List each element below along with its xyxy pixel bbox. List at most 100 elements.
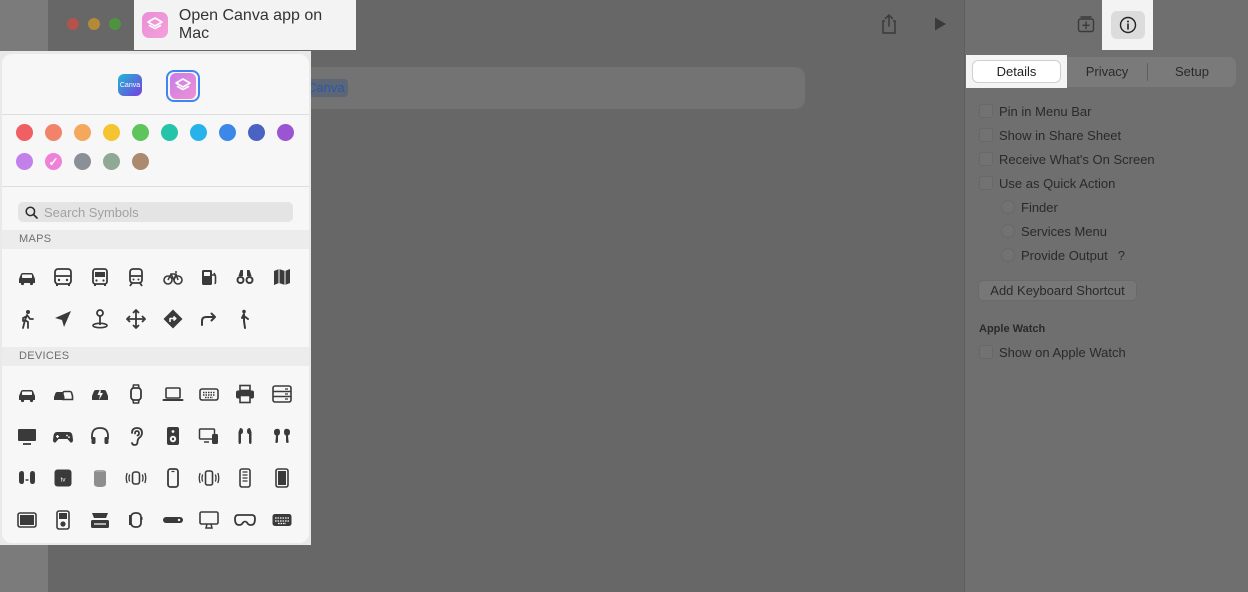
symbol-cell[interactable] <box>50 381 76 407</box>
symbol-cell[interactable] <box>196 264 222 290</box>
symbol-cell[interactable] <box>269 381 295 407</box>
symbol-cell[interactable] <box>14 306 40 332</box>
symbol-cell[interactable] <box>123 507 149 533</box>
tab-privacy[interactable]: Privacy <box>1067 61 1147 82</box>
symbol-cell[interactable] <box>50 423 76 449</box>
symbol-cell[interactable] <box>123 423 149 449</box>
symbol-cell[interactable] <box>14 423 40 449</box>
pin-in-menu-bar-checkbox[interactable] <box>979 104 993 118</box>
symbol-cell[interactable] <box>14 264 40 290</box>
desktop-icon <box>199 511 219 529</box>
symbol-cell[interactable] <box>160 423 186 449</box>
color-swatch[interactable] <box>16 124 33 141</box>
symbol-cell[interactable] <box>87 264 113 290</box>
run-button[interactable] <box>928 12 952 36</box>
symbol-cell[interactable] <box>87 306 113 332</box>
window-minimize-button[interactable] <box>88 18 100 30</box>
color-swatch[interactable] <box>248 124 265 141</box>
symbol-cell[interactable] <box>196 465 222 491</box>
shortcut-icon-button[interactable] <box>142 12 168 38</box>
symbol-cell[interactable] <box>232 306 258 332</box>
color-swatch[interactable] <box>132 153 149 170</box>
symbol-cell[interactable] <box>196 381 222 407</box>
pin-in-menu-bar-option[interactable]: Pin in Menu Bar <box>979 102 1092 120</box>
title-highlight: Open Canva app on Mac <box>134 0 356 50</box>
symbol-cell[interactable] <box>269 423 295 449</box>
color-swatch[interactable] <box>16 153 33 170</box>
window-close-button[interactable] <box>67 18 79 30</box>
shortcut-title[interactable]: Open Canva app on Mac <box>179 7 356 43</box>
open-app-action-card[interactable] <box>292 67 805 109</box>
show-in-share-sheet-option[interactable]: Show in Share Sheet <box>979 126 1121 144</box>
symbol-cell[interactable] <box>269 264 295 290</box>
search-symbols-field[interactable] <box>18 202 293 222</box>
symbol-cell[interactable] <box>87 465 113 491</box>
symbol-cell[interactable] <box>232 465 258 491</box>
color-swatch[interactable] <box>103 124 120 141</box>
quick-action-option[interactable]: Use as Quick Action <box>979 174 1115 192</box>
symbol-cell[interactable] <box>232 423 258 449</box>
share-button[interactable] <box>877 12 901 36</box>
canva-app-icon-tab[interactable]: Canva <box>118 74 142 96</box>
receive-on-screen-checkbox[interactable] <box>979 152 993 166</box>
symbol-cell[interactable] <box>50 306 76 332</box>
color-swatch[interactable] <box>45 124 62 141</box>
symbol-cell[interactable] <box>123 306 149 332</box>
show-in-share-sheet-label: Show in Share Sheet <box>999 127 1122 143</box>
shortcut-details-button[interactable] <box>1110 11 1145 39</box>
symbol-cell[interactable] <box>14 507 40 533</box>
window-zoom-button[interactable] <box>109 18 121 30</box>
symbol-cell[interactable] <box>87 423 113 449</box>
symbol-cell[interactable] <box>160 507 186 533</box>
provide-output-checkbox[interactable] <box>1001 248 1015 262</box>
color-swatch[interactable] <box>219 124 236 141</box>
symbol-cell[interactable] <box>87 507 113 533</box>
symbol-cell[interactable] <box>123 381 149 407</box>
symbol-cell[interactable]: tv <box>50 465 76 491</box>
color-swatch[interactable] <box>132 124 149 141</box>
symbol-cell[interactable] <box>196 507 222 533</box>
tab-details[interactable]: Details <box>973 61 1060 82</box>
show-in-share-sheet-checkbox[interactable] <box>979 128 993 142</box>
symbol-cell[interactable] <box>232 507 258 533</box>
services-menu-checkbox[interactable] <box>1001 224 1015 238</box>
quick-action-checkbox[interactable] <box>979 176 993 190</box>
symbol-cell[interactable] <box>123 264 149 290</box>
color-swatch[interactable] <box>74 153 91 170</box>
color-swatch[interactable] <box>277 124 294 141</box>
color-swatch[interactable] <box>161 124 178 141</box>
color-swatch[interactable] <box>190 124 207 141</box>
symbol-cell[interactable] <box>196 306 222 332</box>
provide-output-option[interactable]: Provide Output ? <box>1001 246 1125 264</box>
symbol-cell[interactable] <box>196 423 222 449</box>
symbol-cell[interactable] <box>123 465 149 491</box>
symbol-cell[interactable] <box>160 381 186 407</box>
symbol-cell[interactable] <box>269 465 295 491</box>
symbol-cell[interactable] <box>232 381 258 407</box>
gamecontroller-icon <box>53 432 74 443</box>
shortcut-glyph-tab[interactable] <box>166 70 200 102</box>
add-keyboard-shortcut-button[interactable]: Add Keyboard Shortcut <box>978 280 1137 301</box>
finder-option[interactable]: Finder <box>1001 198 1058 216</box>
provide-output-help-button[interactable]: ? <box>1118 248 1125 263</box>
symbol-cell[interactable] <box>14 465 40 491</box>
services-menu-option[interactable]: Services Menu <box>1001 222 1107 240</box>
color-swatch[interactable] <box>103 153 120 170</box>
show-on-apple-watch-option[interactable]: Show on Apple Watch <box>979 343 1126 361</box>
finder-checkbox[interactable] <box>1001 200 1015 214</box>
search-symbols-input[interactable] <box>44 204 284 220</box>
symbol-cell[interactable] <box>160 306 186 332</box>
color-swatch[interactable] <box>74 124 91 141</box>
symbol-cell[interactable] <box>269 507 295 533</box>
symbol-cell[interactable] <box>14 381 40 407</box>
add-to-dock-button[interactable] <box>1074 12 1098 36</box>
symbol-cell[interactable] <box>50 264 76 290</box>
receive-on-screen-option[interactable]: Receive What's On Screen <box>979 150 1155 168</box>
symbol-cell[interactable] <box>50 507 76 533</box>
tab-setup[interactable]: Setup <box>1148 61 1236 82</box>
show-on-apple-watch-checkbox[interactable] <box>979 345 993 359</box>
symbol-cell[interactable] <box>232 264 258 290</box>
symbol-cell[interactable] <box>160 264 186 290</box>
symbol-cell[interactable] <box>160 465 186 491</box>
symbol-cell[interactable] <box>87 381 113 407</box>
